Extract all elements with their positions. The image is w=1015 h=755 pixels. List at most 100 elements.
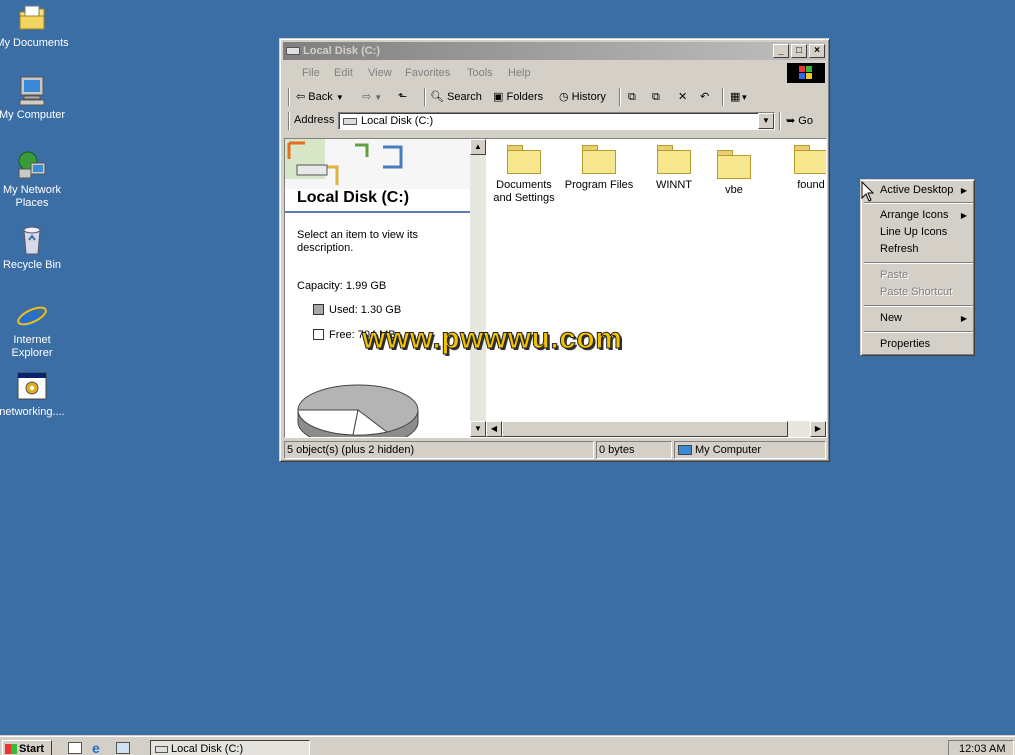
- desktop-icon-my-computer[interactable]: My Computer: [0, 74, 69, 122]
- back-button[interactable]: ⇦ Back ▼: [296, 89, 344, 105]
- address-label: Address: [294, 114, 335, 126]
- undo-icon[interactable]: ↶: [700, 89, 709, 105]
- pane-title: Local Disk (C:): [297, 189, 410, 206]
- title-bar[interactable]: Local Disk (C:) _ □ ×: [283, 42, 826, 60]
- menu-item-properties[interactable]: Properties: [864, 336, 973, 353]
- menu-item-active-desktop[interactable]: Active Desktop ▶: [864, 182, 973, 199]
- minimize-button[interactable]: _: [773, 44, 789, 58]
- capacity-text: Capacity: 1.99 GB: [297, 280, 387, 292]
- menu-item-line-up-icons[interactable]: Line Up Icons: [864, 224, 973, 241]
- menu-tools[interactable]: Tools: [467, 67, 493, 79]
- desktop-icon-internet-explorer[interactable]: e Internet Explorer: [0, 299, 69, 360]
- network-places-icon: [16, 149, 48, 181]
- taskbar: Start e Local Disk (C:) 12:03 AM: [0, 736, 1015, 755]
- up-folder-icon[interactable]: ⬑: [398, 89, 407, 105]
- go-arrow-icon: ➥: [786, 115, 796, 127]
- used-text: Used: 1.30 GB: [329, 304, 402, 316]
- content-area: Local Disk (C:) Select an item to view i…: [284, 138, 827, 438]
- desktop-icon-recycle-bin[interactable]: Recycle Bin: [0, 224, 69, 272]
- go-button[interactable]: ➥ Go: [786, 114, 813, 127]
- menu-edit[interactable]: Edit: [334, 67, 353, 79]
- scroll-thumb[interactable]: [502, 421, 788, 437]
- folder-label: Program Files: [564, 179, 634, 191]
- windows-flag-icon: [5, 744, 17, 754]
- folder-icon: [582, 145, 616, 174]
- move-to-icon[interactable]: ⧉: [628, 89, 636, 105]
- folder-icon: [507, 145, 541, 174]
- address-input[interactable]: Local Disk (C:) ▼: [338, 112, 775, 130]
- menu-favorites[interactable]: Favorites: [405, 67, 450, 79]
- folder-vbe[interactable]: vbe: [696, 150, 772, 197]
- pane-description-line: description.: [297, 242, 354, 254]
- quick-launch-internet-explorer-icon[interactable]: e: [92, 741, 100, 755]
- close-button[interactable]: ×: [809, 44, 825, 58]
- menu-separator: [864, 262, 973, 264]
- watermark-text: www.pwwwu.com: [361, 322, 623, 356]
- desktop-icon-my-network-places[interactable]: My Network Places: [0, 149, 69, 210]
- delete-icon[interactable]: ✕: [678, 89, 687, 105]
- scroll-up-button[interactable]: ▲: [470, 139, 486, 155]
- menu-item-label: Paste: [880, 269, 909, 281]
- menu-view[interactable]: View: [368, 67, 392, 79]
- desktop-icon-label: networking....: [0, 406, 65, 418]
- desktop-icon-label: Recycle Bin: [2, 259, 62, 271]
- mouse-cursor-icon: [861, 181, 875, 202]
- clock[interactable]: 12:03 AM: [959, 743, 1005, 755]
- pane-title-underline: [285, 211, 470, 213]
- menu-item-label: New: [880, 312, 903, 324]
- scroll-down-button[interactable]: ▼: [470, 421, 486, 437]
- menu-item-refresh[interactable]: Refresh: [864, 241, 973, 258]
- menu-item-label: Line Up Icons: [880, 226, 948, 238]
- search-button[interactable]: 🔍︎ Search: [430, 89, 482, 105]
- scroll-left-button[interactable]: ◀: [486, 421, 502, 437]
- forward-button[interactable]: ⇨ ▼: [362, 89, 382, 105]
- search-label: Search: [447, 91, 482, 103]
- status-zone: My Computer: [674, 441, 826, 459]
- folder-documents-and-settings[interactable]: Documents and Settings: [486, 145, 562, 205]
- quick-launch-outlook-icon[interactable]: [116, 742, 130, 754]
- views-icon[interactable]: ▦▼: [730, 89, 748, 105]
- menu-file[interactable]: File: [302, 67, 320, 79]
- back-arrow-icon: ⇦: [296, 91, 306, 103]
- history-icon: ◷: [559, 91, 569, 103]
- left-pane-scrollbar[interactable]: ▲ ▼: [470, 139, 486, 437]
- desktop-icon-networking-setup[interactable]: networking....: [0, 371, 69, 419]
- maximize-button[interactable]: □: [791, 44, 807, 58]
- menu-separator: [864, 305, 973, 307]
- dropdown-arrow-icon: ▼: [374, 93, 383, 102]
- folder-program-files[interactable]: Program Files: [561, 145, 637, 192]
- history-button[interactable]: ◷ History: [559, 89, 606, 105]
- menu-item-paste[interactable]: Paste: [864, 267, 973, 284]
- search-icon: 🔍︎: [430, 91, 444, 103]
- menu-item-new[interactable]: New ▶: [864, 310, 973, 327]
- recycle-bin-icon: [16, 224, 48, 256]
- menu-item-arrange-icons[interactable]: Arrange Icons ▶: [864, 207, 973, 224]
- start-label: Start: [19, 743, 45, 755]
- folders-button[interactable]: ▣ Folders: [493, 89, 543, 105]
- copy-to-icon[interactable]: ⧉: [652, 89, 660, 105]
- desktop-icon-label: My Documents: [0, 37, 69, 49]
- window-title: Local Disk (C:): [303, 45, 381, 57]
- desktop-context-menu: Active Desktop ▶ Arrange Icons ▶ Line Up I…: [860, 179, 975, 356]
- desktop-icon-my-documents[interactable]: My Documents: [0, 2, 69, 50]
- internet-explorer-icon: e: [16, 299, 48, 335]
- scroll-right-button[interactable]: ▶: [810, 421, 826, 437]
- folder-found[interactable]: found: [773, 145, 826, 192]
- address-dropdown-button[interactable]: ▼: [758, 113, 774, 129]
- quick-launch-show-desktop-icon[interactable]: [68, 742, 82, 754]
- computer-icon: [16, 74, 48, 106]
- menu-separator: [864, 331, 973, 333]
- menu-item-paste-shortcut[interactable]: Paste Shortcut: [864, 284, 973, 301]
- status-object-count: 5 object(s) (plus 2 hidden): [284, 441, 594, 459]
- desktop-icon-label: My Computer: [0, 109, 66, 121]
- windows-flag-icon: [799, 66, 813, 80]
- drive-icon: [155, 746, 168, 753]
- submenu-arrow-icon: ▶: [960, 186, 967, 195]
- pane-description-line: Select an item to view its: [297, 229, 419, 241]
- start-button[interactable]: Start: [2, 740, 52, 755]
- taskbar-button-local-disk[interactable]: Local Disk (C:): [150, 740, 310, 755]
- file-list-scrollbar[interactable]: ◀ ▶: [486, 421, 826, 437]
- menu-help[interactable]: Help: [508, 67, 531, 79]
- web-view-pane: Local Disk (C:) Select an item to view i…: [285, 139, 470, 437]
- setup-program-icon: [16, 371, 48, 403]
